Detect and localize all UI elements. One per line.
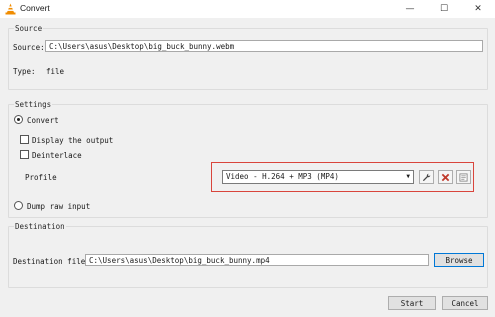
- profile-dropdown-value: Video - H.264 + MP3 (MP4): [226, 172, 339, 181]
- source-group: [8, 28, 488, 90]
- browse-button-label: Browse: [445, 255, 473, 265]
- wrench-icon: [422, 173, 431, 181]
- type-label: Type:: [13, 67, 36, 76]
- settings-group-label: Settings: [14, 100, 53, 109]
- browse-button[interactable]: Browse: [434, 253, 484, 267]
- cancel-button-label: Cancel: [451, 298, 479, 308]
- dump-raw-label: Dump raw input: [27, 202, 91, 211]
- delete-x-icon: [441, 173, 450, 181]
- title-bar: Convert — ☐ ✕: [0, 0, 495, 18]
- display-output-label: Display the output: [32, 136, 114, 145]
- close-icon: ✕: [474, 4, 482, 14]
- cancel-button[interactable]: Cancel: [442, 296, 488, 310]
- window-title: Convert: [20, 3, 50, 13]
- source-path-field[interactable]: C:\Users\asus\Desktop\big_buck_bunny.web…: [45, 40, 483, 52]
- deinterlace-checkbox[interactable]: [20, 150, 29, 159]
- convert-label: Convert: [27, 116, 59, 125]
- new-profile-icon: [459, 172, 468, 182]
- start-button[interactable]: Start: [388, 296, 436, 310]
- display-output-checkbox[interactable]: [20, 135, 29, 144]
- start-button-label: Start: [400, 298, 424, 308]
- dump-raw-radio[interactable]: [14, 201, 23, 210]
- source-group-label: Source: [14, 24, 44, 33]
- destination-file-label: Destination file:: [13, 257, 90, 266]
- vlc-cone-icon: [5, 3, 16, 15]
- minimize-icon: —: [405, 4, 415, 14]
- destination-path-field[interactable]: C:\Users\asus\Desktop\big_buck_bunny.mp4: [85, 254, 429, 266]
- destination-group-label: Destination: [14, 222, 66, 231]
- close-button[interactable]: ✕: [461, 0, 495, 18]
- delete-profile-button[interactable]: [438, 170, 453, 184]
- maximize-button[interactable]: ☐: [427, 0, 461, 18]
- source-label: Source:: [13, 43, 45, 52]
- profile-dropdown[interactable]: Video - H.264 + MP3 (MP4) ▼: [222, 170, 414, 184]
- new-profile-button[interactable]: [456, 170, 471, 184]
- profile-label: Profile: [25, 173, 57, 182]
- type-value: file: [46, 67, 65, 76]
- deinterlace-label: Deinterlace: [32, 151, 82, 160]
- edit-profile-button[interactable]: [419, 170, 434, 184]
- convert-radio[interactable]: [14, 115, 23, 124]
- chevron-down-icon: ▼: [406, 173, 410, 180]
- maximize-icon: ☐: [439, 4, 449, 14]
- settings-group: [8, 104, 488, 218]
- minimize-button[interactable]: —: [393, 0, 427, 18]
